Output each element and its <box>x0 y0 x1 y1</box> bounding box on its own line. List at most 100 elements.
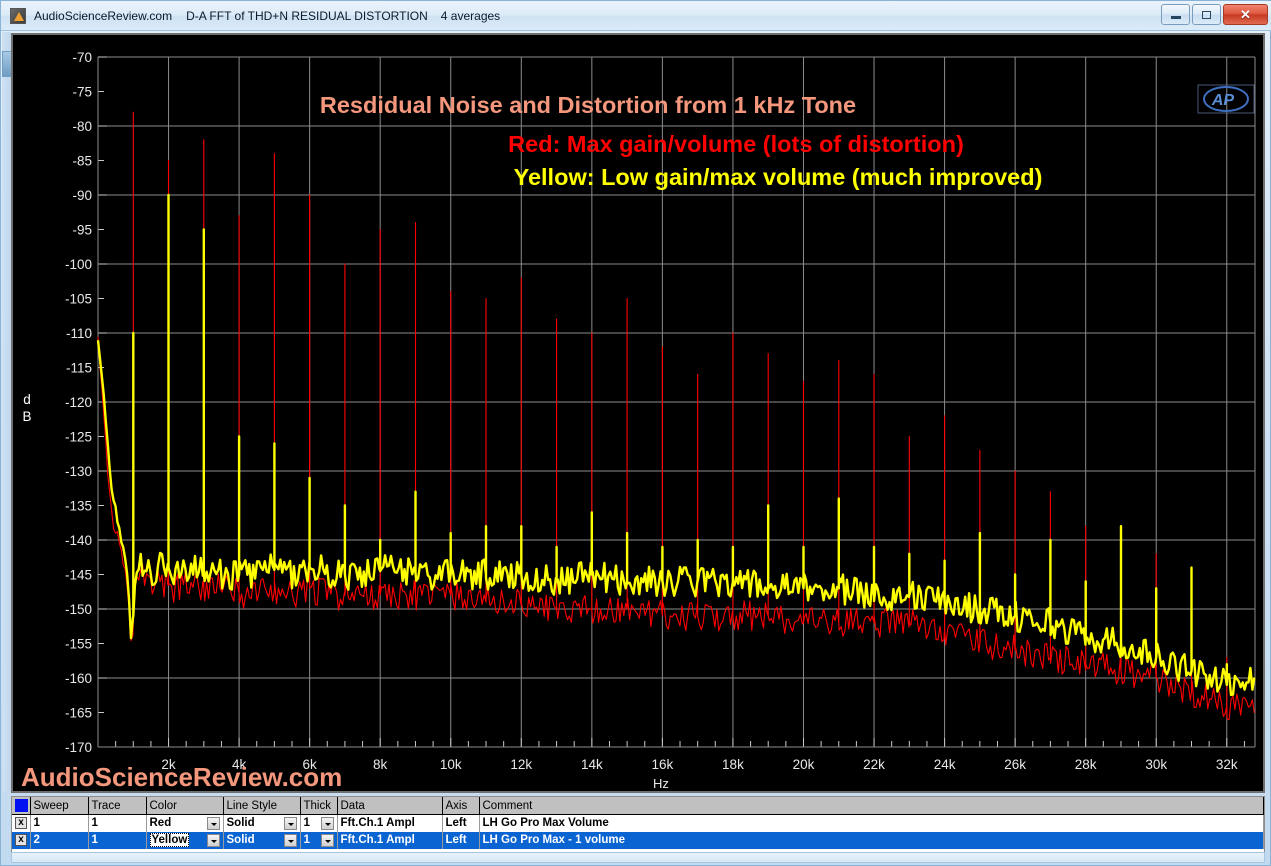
x-tick-label: 20k <box>793 757 815 772</box>
watermark: AudioScienceReview.com <box>21 762 342 791</box>
table-row[interactable]: x 2 1 Yellow Solid 1 Fft.Ch.1 Ampl Left … <box>12 831 1264 849</box>
cell-comment[interactable]: LH Go Pro Max - 1 volume <box>479 831 1264 849</box>
legend-header-row: Sweep Trace Color Line Style Thick Data … <box>12 797 1264 815</box>
thick-value: 1 <box>303 817 310 830</box>
table-row[interactable]: x 1 1 Red Solid 1 Fft.Ch.1 Ampl Left LH … <box>12 814 1264 832</box>
column-header-trace[interactable]: Trace <box>88 797 147 815</box>
y-tick-label: -70 <box>72 50 92 65</box>
close-icon: ✕ <box>1240 7 1251 22</box>
legend-horizontal-scrollbar[interactable] <box>11 852 1265 863</box>
line-style-value: Solid <box>226 817 255 830</box>
line-style-dropdown-arrow-icon[interactable] <box>283 833 297 847</box>
cell-data[interactable]: Fft.Ch.1 Ampl <box>337 831 443 849</box>
cell-color[interactable]: Red <box>146 814 224 832</box>
cell-sweep[interactable]: 2 <box>30 831 89 849</box>
color-value: Red <box>149 817 172 830</box>
minimize-icon <box>1170 16 1181 19</box>
x-tick-label: 24k <box>934 757 956 772</box>
cell-trace[interactable]: 1 <box>88 831 147 849</box>
y-tick-label: -75 <box>72 85 92 100</box>
y-tick-label: -140 <box>65 533 92 548</box>
x-tick-label: 26k <box>1004 757 1026 772</box>
cell-data[interactable]: Fft.Ch.1 Ampl <box>337 814 443 832</box>
plot-annotation-text: Resdidual Noise and Distortion from 1 kH… <box>320 92 856 118</box>
x-tick-label: 28k <box>1075 757 1097 772</box>
cell-color[interactable]: Yellow <box>146 831 224 849</box>
x-tick-label: 16k <box>651 757 673 772</box>
thick-value: 1 <box>303 834 310 846</box>
trace-legend-table[interactable]: Sweep Trace Color Line Style Thick Data … <box>11 796 1265 858</box>
maximize-button[interactable] <box>1192 4 1221 25</box>
color-dropdown-arrow-icon[interactable] <box>206 833 220 847</box>
y-tick-label: -85 <box>72 154 92 169</box>
cell-thick[interactable]: 1 <box>300 831 338 849</box>
window-controls: ✕ <box>1161 4 1268 25</box>
y-tick-label: -110 <box>66 326 92 341</box>
y-tick-label: -165 <box>65 706 92 721</box>
column-header-data[interactable]: Data <box>337 797 443 815</box>
x-tick-label: 22k <box>863 757 885 772</box>
cell-axis[interactable]: Left <box>442 831 480 849</box>
x-tick-label: 18k <box>722 757 744 772</box>
y-tick-label: -80 <box>72 119 92 134</box>
y-axis-title: d <box>23 392 31 407</box>
title-site-label: AudioScienceReview.com <box>34 8 173 23</box>
line-style-value: Solid <box>226 834 255 846</box>
x-tick-label: 8k <box>373 757 388 772</box>
x-tick-label: 12k <box>510 757 532 772</box>
column-header-axis[interactable]: Axis <box>442 797 480 815</box>
column-header-line-style[interactable]: Line Style <box>223 797 301 815</box>
color-dropdown-arrow-icon[interactable] <box>206 816 220 830</box>
thick-dropdown-arrow-icon[interactable] <box>320 816 334 830</box>
minimize-button[interactable] <box>1161 4 1190 25</box>
cell-sweep[interactable]: 1 <box>30 814 89 832</box>
x-tick-label: 32k <box>1216 757 1238 772</box>
column-header-sweep[interactable]: Sweep <box>30 797 89 815</box>
y-tick-label: -145 <box>65 568 92 583</box>
y-tick-label: -100 <box>65 257 92 272</box>
legend-swatch[interactable] <box>15 799 28 812</box>
cell-thick[interactable]: 1 <box>300 814 338 832</box>
y-tick-label: -135 <box>65 499 92 514</box>
ap-logo-text: AP <box>1211 92 1235 109</box>
plot-annotation-text: Yellow: Low gain/max volume (much improv… <box>514 164 1043 190</box>
thick-dropdown-arrow-icon[interactable] <box>320 833 334 847</box>
watermark-text: AudioScienceReview.com <box>21 762 342 791</box>
title-averages-label: 4 averages <box>440 8 501 23</box>
column-header-color[interactable]: Color <box>146 797 224 815</box>
y-tick-label: -130 <box>65 464 92 479</box>
x-axis-title: Hz <box>653 776 669 791</box>
row-enable-cell[interactable]: x <box>12 831 31 849</box>
fft-graph-panel[interactable]: -70 -75 -80 -85 -90 -95 -100 -105 -110 -115 -120 -1… <box>11 33 1265 793</box>
y-axis-title: B <box>22 409 31 424</box>
cell-comment[interactable]: LH Go Pro Max Volume <box>479 814 1264 832</box>
y-tick-label: -125 <box>65 430 92 445</box>
cell-trace[interactable]: 1 <box>88 814 147 832</box>
column-header-comment[interactable]: Comment <box>479 797 1264 815</box>
x-tick-label: 10k <box>440 757 462 772</box>
y-tick-label: -150 <box>65 602 92 617</box>
cell-axis[interactable]: Left <box>442 814 480 832</box>
row-enable-checkbox[interactable]: x <box>15 834 27 846</box>
plot-annotation-text: Red: Max gain/volume (lots of distortion… <box>508 131 964 157</box>
x-tick-label: 14k <box>581 757 603 772</box>
title-description-label: D-A FFT of THD+N RESIDUAL DISTORTION <box>186 8 428 23</box>
maximize-icon <box>1202 10 1211 19</box>
y-tick-label: -155 <box>65 637 92 652</box>
y-tick-label: -90 <box>72 188 92 203</box>
cell-line-style[interactable]: Solid <box>223 814 301 832</box>
y-tick-label: -95 <box>72 223 92 238</box>
color-value: Yellow <box>149 833 190 847</box>
row-enable-cell[interactable]: x <box>12 814 31 832</box>
line-style-dropdown-arrow-icon[interactable] <box>283 816 297 830</box>
column-header-thick[interactable]: Thick <box>300 797 338 815</box>
cell-line-style[interactable]: Solid <box>223 831 301 849</box>
close-button[interactable]: ✕ <box>1223 4 1268 25</box>
y-tick-label: -115 <box>66 361 92 376</box>
row-enable-checkbox[interactable]: x <box>15 817 27 830</box>
legend-color-header[interactable] <box>12 797 31 815</box>
y-tick-label: -170 <box>65 740 92 755</box>
y-tick-label: -105 <box>65 292 92 307</box>
application-window: AudioScienceReview.com D-A FFT of THD+N … <box>0 0 1271 866</box>
fft-spectrum-plot: -70 -75 -80 -85 -90 -95 -100 -105 -110 -115 -120 -1… <box>13 35 1263 791</box>
